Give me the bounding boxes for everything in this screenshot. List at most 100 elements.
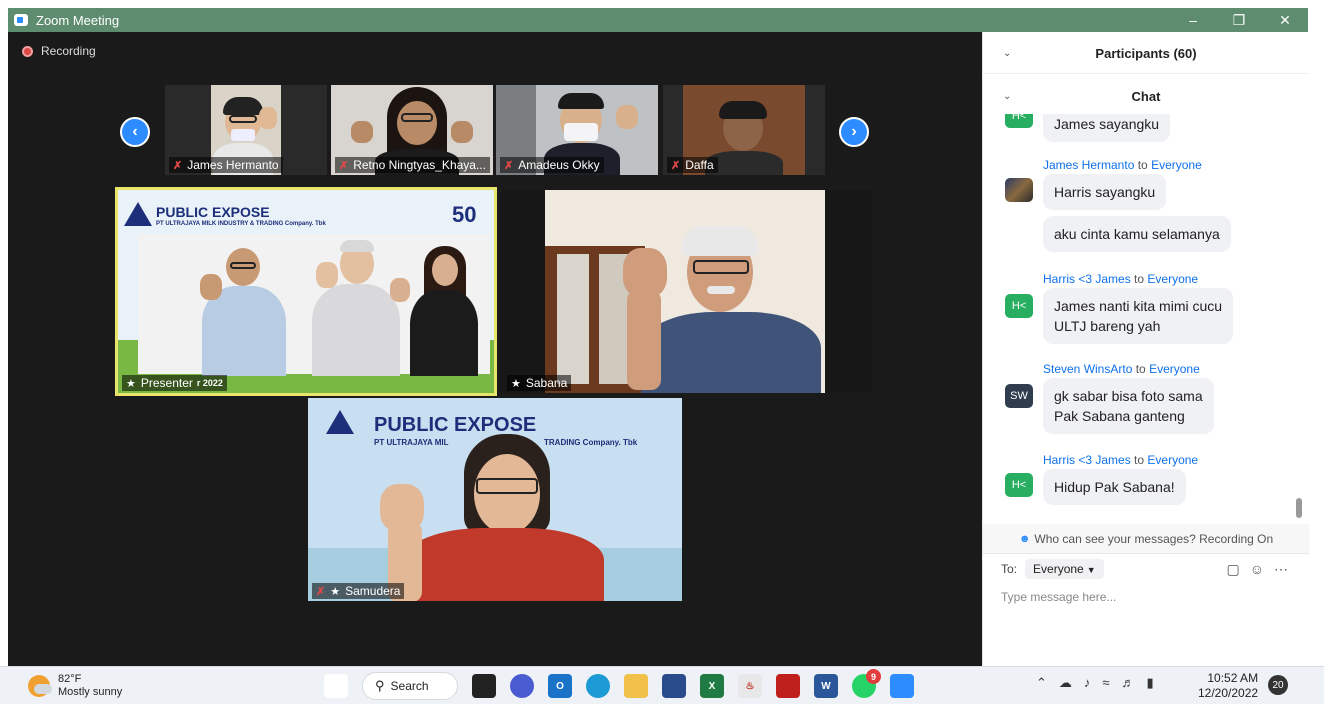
participant-name: Samudera bbox=[345, 584, 401, 598]
next-page-button[interactable]: › bbox=[839, 117, 869, 147]
title-bar: Zoom Meeting – ❐ ✕ bbox=[8, 8, 1308, 32]
chevron-down-icon[interactable]: ⌄ bbox=[1003, 91, 1011, 102]
temperature: 82°F bbox=[58, 673, 82, 685]
side-panel: ⌄ Participants (60) ⌄ Chat H< James saya… bbox=[982, 32, 1309, 666]
system-tray: ⌃ ☁ ♪ ≈ ♬ ▮ bbox=[1036, 675, 1154, 691]
clock[interactable]: 10:52 AM 12/20/2022 bbox=[1198, 671, 1258, 701]
outlook-icon[interactable]: O bbox=[548, 674, 572, 698]
zoom-app-icon bbox=[14, 14, 28, 26]
battery-icon[interactable]: ▮ bbox=[1147, 675, 1154, 691]
volume-icon[interactable]: ♬ bbox=[1122, 675, 1135, 691]
whatsapp-icon[interactable]: 9 bbox=[852, 669, 881, 698]
video-tile-presenter[interactable]: PUBLIC EXPOSE PT ULTRAJAYA MILK INDUSTRY… bbox=[115, 187, 497, 396]
chat-bubble: Hidup Pak Sabana! bbox=[1043, 469, 1186, 505]
chat-bubble: aku cinta kamu selamanya bbox=[1043, 216, 1231, 252]
restore-icon[interactable]: ❐ bbox=[1216, 8, 1262, 32]
participant-name: Amadeus Okky bbox=[518, 158, 600, 172]
public-expose-subtitle-right: TRADING Company. Tbk bbox=[544, 438, 638, 447]
muted-mic-icon: ✗ bbox=[671, 159, 681, 172]
slide-year: r 2022 bbox=[196, 378, 223, 388]
who-can-see-banner[interactable]: ☻ Who can see your messages? Recording O… bbox=[983, 524, 1309, 554]
edge-icon[interactable] bbox=[586, 674, 610, 698]
chat-messages[interactable]: H< James sayangku James Hermanto to Ever… bbox=[983, 114, 1309, 522]
microphone-icon[interactable]: ♪ bbox=[1084, 675, 1091, 691]
screen: Zoom Meeting – ❐ ✕ Recording ‹ › ✗ James … bbox=[0, 0, 1324, 704]
chat-sender-line: Steven WinsArto to Everyone bbox=[1043, 362, 1200, 376]
recipient-row: To: Everyone ▼ bbox=[1001, 559, 1104, 579]
ultrajaya-logo bbox=[326, 410, 354, 434]
chat-scrollbar[interactable] bbox=[1296, 498, 1302, 518]
avatar: H< bbox=[1005, 473, 1033, 497]
public-expose-subtitle-left: PT ULTRAJAYA MIL bbox=[374, 438, 449, 447]
recording-indicator[interactable]: Recording bbox=[22, 44, 96, 58]
participants-header[interactable]: ⌄ Participants (60) bbox=[983, 34, 1309, 74]
chat-input[interactable]: Type message here... bbox=[1001, 590, 1116, 604]
cloud-icon[interactable]: ☁ bbox=[1059, 675, 1072, 691]
java-icon[interactable]: ♨ bbox=[738, 674, 762, 698]
zoom-icon[interactable] bbox=[890, 674, 914, 698]
file-explorer-icon[interactable] bbox=[624, 674, 648, 698]
public-expose-title: PUBLIC EXPOSE bbox=[156, 204, 270, 220]
video-tile-sabana[interactable]: ★ Sabana bbox=[501, 190, 872, 393]
chevron-up-icon[interactable]: ⌃ bbox=[1036, 675, 1047, 691]
chat-bubble: James sayangku bbox=[1043, 114, 1171, 142]
muted-mic-icon: ✗ bbox=[339, 159, 349, 172]
chat-bubble: gk sabar bisa foto sama Pak Sabana ganten… bbox=[1043, 378, 1214, 434]
window-title: Zoom Meeting bbox=[36, 12, 120, 28]
file-icon[interactable]: ▢ bbox=[1226, 561, 1239, 578]
taskbar: 82°F Mostly sunny ⚲ Search O X ♨ W 9 ⌃ ☁ ♪… bbox=[0, 666, 1324, 704]
weather-widget[interactable]: 82°F Mostly sunny bbox=[28, 673, 122, 699]
chat-sender-line: James Hermanto to Everyone bbox=[1043, 158, 1202, 172]
weather-condition: Mostly sunny bbox=[58, 686, 123, 698]
participant-name: James Hermanto bbox=[187, 158, 279, 172]
notification-count[interactable]: 20 bbox=[1268, 675, 1288, 695]
video-tile-retno[interactable]: ✗ Retno Ningtyas_Khaya... bbox=[331, 85, 493, 175]
participant-name: Daffa bbox=[685, 158, 714, 172]
word-icon[interactable]: W bbox=[814, 674, 838, 698]
recording-label: Recording bbox=[41, 44, 96, 58]
ultrajaya-logo bbox=[124, 202, 152, 226]
excel-icon[interactable]: X bbox=[700, 674, 724, 698]
pin-icon: ★ bbox=[511, 377, 521, 390]
recipient-select[interactable]: Everyone ▼ bbox=[1025, 559, 1104, 579]
minimize-icon[interactable]: – bbox=[1170, 8, 1216, 32]
video-tile-james[interactable]: ✗ James Hermanto bbox=[165, 85, 327, 175]
notification-badge: 9 bbox=[866, 669, 881, 684]
chat-app-icon[interactable] bbox=[510, 674, 534, 698]
anniversary-logo: 50 bbox=[452, 202, 477, 227]
weather-icon bbox=[28, 675, 52, 697]
avatar: SW bbox=[1005, 384, 1033, 408]
chat-sender-line: Harris <3 James to Everyone bbox=[1043, 272, 1199, 286]
search-icon: ⚲ bbox=[375, 678, 385, 693]
pdf-icon[interactable] bbox=[776, 674, 800, 698]
date: 12/20/2022 bbox=[1198, 686, 1259, 700]
chat-bubble: James nanti kita mimi cucu ULTJ bareng ya… bbox=[1043, 288, 1234, 344]
muted-mic-icon: ✗ bbox=[504, 159, 514, 172]
chat-header[interactable]: ⌄ Chat bbox=[983, 76, 1309, 116]
pin-icon: ★ bbox=[330, 585, 341, 598]
participant-name: Retno Ningtyas_Khaya... bbox=[353, 158, 486, 172]
close-icon[interactable]: ✕ bbox=[1262, 8, 1308, 32]
public-expose-subtitle: PT ULTRAJAYA MILK INDUSTRY & TRADING Com… bbox=[156, 221, 326, 227]
participant-name: Sabana bbox=[525, 376, 568, 390]
video-tile-amadeus[interactable]: ✗ Amadeus Okky bbox=[496, 85, 658, 175]
muted-mic-icon: ✗ bbox=[316, 585, 326, 598]
windows-start-icon[interactable] bbox=[324, 674, 348, 698]
chevron-down-icon[interactable]: ⌄ bbox=[1003, 48, 1011, 59]
time: 10:52 AM bbox=[1207, 671, 1259, 685]
emoji-icon[interactable]: ☺ bbox=[1250, 561, 1264, 578]
taskbar-search[interactable]: ⚲ Search bbox=[362, 672, 458, 700]
task-view-icon[interactable] bbox=[472, 674, 496, 698]
muted-mic-icon: ✗ bbox=[173, 159, 183, 172]
more-icon[interactable]: ⋯ bbox=[1274, 561, 1288, 578]
wifi-icon[interactable]: ≈ bbox=[1102, 675, 1109, 691]
photos-icon[interactable] bbox=[662, 674, 686, 698]
video-tile-daffa[interactable]: ✗ Daffa bbox=[663, 85, 825, 175]
video-tile-samudera[interactable]: PUBLIC EXPOSE PT ULTRAJAYA MIL TRADING C… bbox=[308, 398, 682, 601]
record-icon bbox=[22, 45, 33, 57]
chat-sender-line: Harris <3 James to Everyone bbox=[1043, 453, 1199, 467]
previous-page-button[interactable]: ‹ bbox=[120, 117, 150, 147]
people-icon: ☻ bbox=[1018, 532, 1031, 545]
avatar bbox=[1005, 178, 1033, 202]
pin-icon: ★ bbox=[126, 377, 136, 390]
